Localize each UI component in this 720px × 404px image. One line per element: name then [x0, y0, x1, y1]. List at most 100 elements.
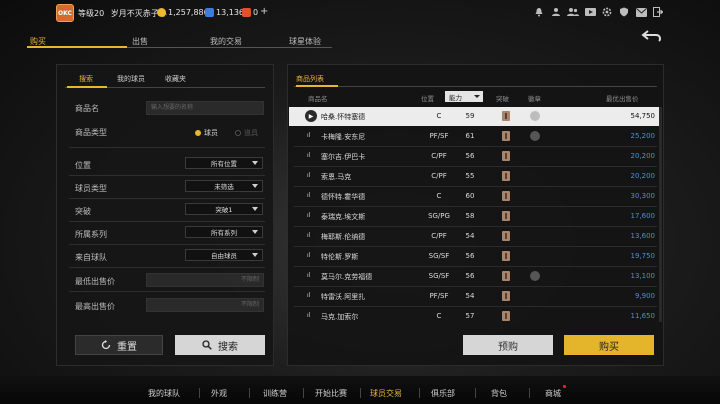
chevron-down-icon — [252, 184, 258, 188]
table-row[interactable]: ıl 莫马尔.克劳福德 SG/SF 56 13,100 — [289, 267, 661, 286]
nav-shop[interactable]: 商城 — [545, 388, 561, 399]
breakthrough-select[interactable]: 突破1 — [185, 203, 263, 215]
breakthrough-icon — [502, 251, 510, 261]
player-type-select[interactable]: 未筛选 — [185, 180, 263, 192]
breakthrough-icon — [502, 151, 510, 161]
radio-player[interactable]: 球员 — [195, 128, 218, 138]
player-price: 17,600 — [630, 212, 656, 220]
buy-button[interactable]: 购买 — [564, 335, 654, 355]
player-price: 54,750 — [630, 112, 656, 120]
video-icon[interactable] — [584, 6, 596, 18]
radio-item[interactable]: 道具 — [235, 128, 258, 138]
player-price: 20,200 — [630, 152, 656, 160]
list-scrollbar[interactable] — [659, 107, 662, 322]
tab-my-trades[interactable]: 我的交易 — [210, 36, 242, 47]
row-divider — [69, 267, 265, 268]
search-panel: 搜索 我的球员 收藏夹 商品名 输入想要的名称 商品类型 球员 道具 位置 所有… — [56, 64, 274, 366]
player-price: 9,900 — [634, 292, 655, 300]
pre-order-button[interactable]: 预购 — [463, 335, 553, 355]
reset-label: 重置 — [117, 341, 137, 353]
bell-icon[interactable] — [533, 6, 545, 18]
player-name: 莫马尔.克劳福德 — [321, 273, 373, 281]
nav-training-camp[interactable]: 训练营 — [263, 388, 287, 399]
team-select[interactable]: 自由球员 — [185, 249, 263, 261]
badge-icon — [530, 271, 540, 281]
tab-star-experience[interactable]: 球星体验 — [289, 36, 321, 47]
nav-player-trade[interactable]: 球员交易 — [370, 388, 402, 399]
table-row[interactable]: ıl 特雷沃.阿里扎 PF/SF 54 9,900 — [289, 287, 661, 306]
table-row[interactable]: ıl 马克.加索尔 C 57 11,650 — [289, 307, 661, 326]
position-label: 位置 — [75, 161, 91, 170]
breakthrough-icon — [502, 171, 510, 181]
subtab-search[interactable]: 搜索 — [79, 74, 93, 84]
table-row[interactable]: ıl 德怀特.霍华德 C 60 30,300 — [289, 187, 661, 206]
search-button[interactable]: 搜索 — [175, 335, 265, 355]
nav-start-game[interactable]: 开始比赛 — [315, 388, 347, 399]
player-position: C/PF — [431, 152, 447, 160]
nav-backpack[interactable]: 背包 — [491, 388, 507, 399]
player-name: 索恩.马克 — [321, 173, 352, 181]
item-name-input[interactable]: 输入想要的名称 — [146, 101, 264, 115]
table-row[interactable]: ıl 泰瑞克.埃文斯 SG/PG 58 17,600 — [289, 207, 661, 226]
gem-balance: 13,136 — [216, 8, 244, 17]
table-row[interactable]: ıl 塞尔吉.伊巴卡 C/PF 56 20,200 — [289, 147, 661, 166]
tab-sell[interactable]: 出售 — [132, 36, 148, 47]
table-row[interactable]: ıl 索恩.马克 C/PF 55 20,200 — [289, 167, 661, 186]
sort-select[interactable]: 能力 — [445, 91, 483, 102]
level-and-username: 等级20 岁月不灭赤子心 — [78, 8, 167, 19]
player-name: 塞尔吉.伊巴卡 — [321, 153, 366, 161]
back-icon[interactable] — [640, 28, 666, 48]
player-type-label: 球员类型 — [75, 184, 107, 193]
max-price-input[interactable]: 不限制 — [146, 298, 264, 312]
player-price: 25,200 — [630, 132, 656, 140]
item-type-label: 商品类型 — [75, 128, 107, 137]
player-name: 卡梅隆.安东尼 — [321, 133, 366, 141]
row-divider — [69, 175, 265, 176]
nav-appearance[interactable]: 外观 — [211, 388, 227, 399]
mail-icon[interactable] — [635, 6, 647, 18]
tab-item-list[interactable]: 商品列表 — [296, 74, 324, 84]
nav-separator — [475, 388, 476, 398]
header-position: 位置 — [421, 95, 434, 103]
person-icon[interactable] — [550, 6, 562, 18]
table-row[interactable]: ▶ 哈桑.怀特塞德 C 59 54,750 — [289, 107, 661, 126]
player-name: 哈桑.怀特塞德 — [321, 113, 366, 121]
position-select[interactable]: 所有位置 — [185, 157, 263, 169]
series-select[interactable]: 所有系列 — [185, 226, 263, 238]
reset-button[interactable]: 重置 — [75, 335, 163, 355]
nav-separator — [199, 388, 200, 398]
player-rating: 57 — [465, 312, 475, 320]
nav-club[interactable]: 俱乐部 — [431, 388, 455, 399]
subtab-my-players[interactable]: 我的球员 — [117, 74, 145, 84]
subtab-favorites[interactable]: 收藏夹 — [165, 74, 186, 84]
avatar[interactable]: OKC — [56, 4, 74, 22]
player-name: 马克.加索尔 — [321, 313, 359, 321]
table-row[interactable]: ıl 梅耶斯.伦纳德 C/PF 54 13,600 — [289, 227, 661, 246]
item-name-label: 商品名 — [75, 104, 99, 113]
player-position: SG/SF — [428, 272, 450, 280]
item-list-panel: 商品列表 商品名 位置 能力 突破 徽章 最优出售价 ▶ 哈桑.怀特塞德 C 5… — [287, 64, 664, 366]
exit-icon[interactable] — [652, 6, 664, 18]
player-rating: 58 — [465, 212, 475, 220]
player-name: 德怀特.霍华德 — [321, 193, 366, 201]
player-price: 11,650 — [630, 312, 656, 320]
table-row[interactable]: ıl 特伦斯.罗斯 SG/SF 56 19,750 — [289, 247, 661, 266]
table-row[interactable]: ıl 卡梅隆.安东尼 PF/SF 61 25,200 — [289, 127, 661, 146]
player-price: 20,200 — [630, 172, 656, 180]
min-price-input[interactable]: 不限制 — [146, 273, 264, 287]
radio-selected-icon — [195, 130, 201, 136]
row-divider — [69, 244, 265, 245]
player-rating: 54 — [465, 292, 475, 300]
add-currency-button[interactable]: + — [260, 6, 268, 17]
player-position: C — [436, 192, 442, 200]
player-stats-icon: ıl — [307, 292, 311, 299]
nav-my-team[interactable]: 我的球队 — [148, 388, 180, 399]
group-icon[interactable] — [567, 6, 579, 18]
settings-icon[interactable] — [601, 6, 613, 18]
shield-icon[interactable] — [618, 6, 630, 18]
header-price: 最优出售价 — [606, 95, 639, 103]
row-divider — [69, 291, 265, 292]
header-name: 商品名 — [308, 95, 328, 103]
breakthrough-icon — [502, 191, 510, 201]
active-tab-indicator — [27, 46, 127, 48]
